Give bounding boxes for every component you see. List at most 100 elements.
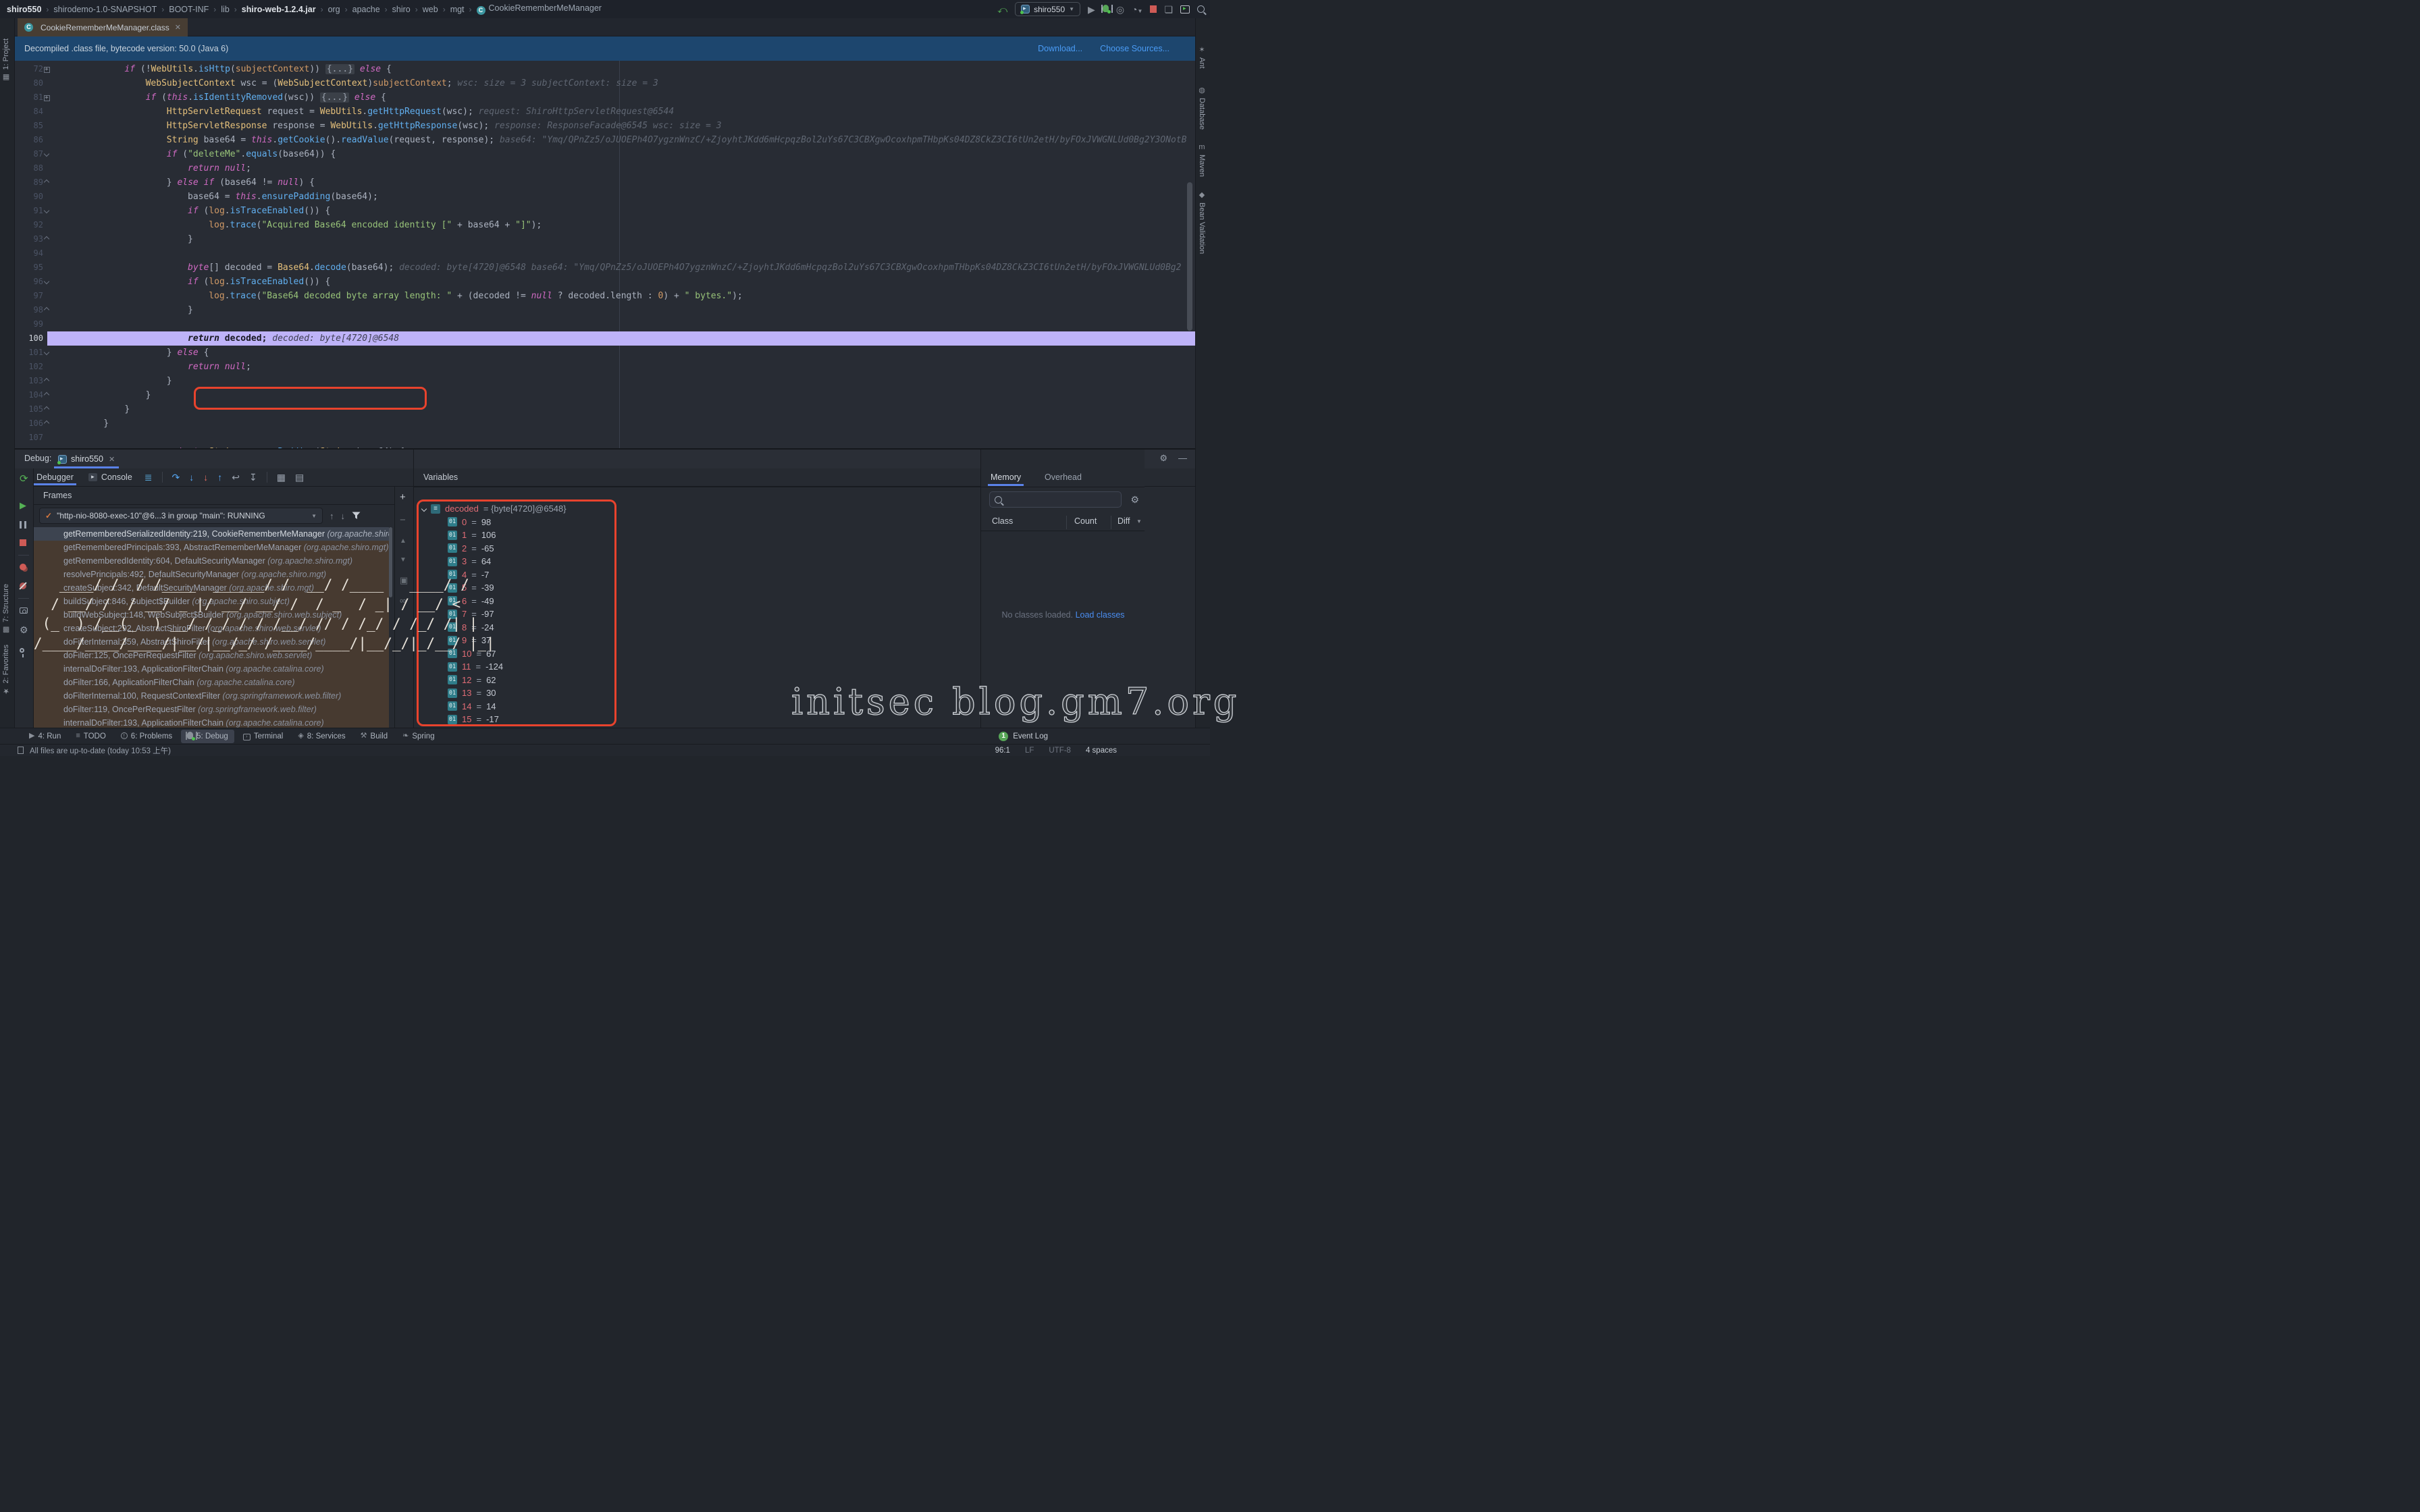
status-961[interactable]: 96:1 bbox=[995, 747, 1010, 755]
step-into-icon[interactable]: ↓ bbox=[189, 473, 194, 482]
banner-action-download[interactable]: Download... bbox=[1038, 44, 1082, 53]
code-line[interactable]: 80WebSubjectContext wsc = (WebSubjectCon… bbox=[15, 76, 1195, 90]
code-line[interactable]: 85HttpServletResponse response = WebUtil… bbox=[15, 119, 1195, 133]
close-icon[interactable]: ✕ bbox=[175, 23, 181, 32]
status-4spaces[interactable]: 4 spaces bbox=[1086, 747, 1117, 755]
status-utf8[interactable]: UTF-8 bbox=[1049, 747, 1071, 755]
stop-debug-icon[interactable] bbox=[20, 539, 26, 547]
fold-marker-icon[interactable] bbox=[39, 147, 54, 161]
frame-row[interactable]: doFilterInternal:359, AbstractShiroFilte… bbox=[34, 635, 389, 649]
coverage-button[interactable]: ◎ bbox=[1116, 5, 1124, 14]
event-log-button[interactable]: 1 Event Log bbox=[999, 732, 1210, 741]
code-line[interactable]: 87if ("deleteMe".equals(base64)) { bbox=[15, 147, 1195, 161]
frame-row[interactable]: doFilterInternal:100, RequestContextFilt… bbox=[34, 689, 389, 703]
breadcrumb-item[interactable]: shiro-web-1.2.4.jar bbox=[242, 5, 316, 14]
code-line[interactable]: 89} else if (base64 != null) { bbox=[15, 176, 1195, 190]
fold-marker-icon[interactable] bbox=[39, 275, 54, 289]
frame-row[interactable]: createSubject:342, DefaultSecurityManage… bbox=[34, 581, 389, 595]
breadcrumb-item[interactable]: org bbox=[328, 5, 340, 14]
load-classes-link[interactable]: Load classes bbox=[1076, 610, 1125, 620]
fold-marker-icon[interactable] bbox=[39, 374, 54, 388]
code-line[interactable]: 88return null; bbox=[15, 161, 1195, 176]
toolwindow-button-build[interactable]: ⚒Build bbox=[354, 730, 394, 742]
sidebar-item-database[interactable]: ◍Database bbox=[1198, 86, 1206, 130]
breadcrumb-item[interactable]: mgt bbox=[450, 5, 465, 14]
column-count[interactable]: Count bbox=[1074, 516, 1097, 526]
close-icon[interactable]: ✕ bbox=[109, 455, 115, 464]
frame-row[interactable]: createSubject:292, AbstractShiroFilter (… bbox=[34, 622, 389, 635]
code-line[interactable]: 97log.trace("Base64 decoded byte array l… bbox=[15, 289, 1195, 303]
frame-row[interactable]: doFilter:166, ApplicationFilterChain (or… bbox=[34, 676, 389, 689]
code-line[interactable]: 103} bbox=[15, 374, 1195, 388]
breadcrumb-item[interactable]: apache bbox=[352, 5, 380, 14]
step-out-icon[interactable]: ↑ bbox=[217, 473, 222, 482]
next-frame-icon[interactable]: ↓ bbox=[341, 511, 346, 521]
execution-line[interactable]: 100return decoded; decoded: byte[4720]@6… bbox=[15, 331, 1195, 346]
frame-row[interactable]: getRememberedPrincipals:393, AbstractRem… bbox=[34, 541, 389, 554]
add-watch-icon[interactable]: + bbox=[400, 492, 406, 502]
thread-dump-icon[interactable] bbox=[20, 606, 28, 615]
tab-overhead[interactable]: Overhead bbox=[1045, 473, 1082, 482]
toolwindow-button-todo[interactable]: ≡TODO bbox=[70, 730, 111, 742]
duplicate-icon[interactable]: ▣ bbox=[400, 576, 408, 585]
fold-marker-icon[interactable]: + bbox=[39, 90, 54, 105]
breadcrumb-item[interactable]: lib bbox=[221, 5, 230, 14]
frame-row[interactable]: buildSubject:846, Subject$Builder (org.a… bbox=[34, 595, 389, 608]
fold-marker-icon[interactable] bbox=[39, 232, 54, 246]
settings-gear-icon[interactable]: ⚙ bbox=[1159, 453, 1167, 464]
code-line[interactable]: 102return null; bbox=[15, 360, 1195, 374]
code-line[interactable]: 72+if (!WebUtils.isHttp(subjectContext))… bbox=[15, 62, 1195, 76]
code-line[interactable]: 98} bbox=[15, 303, 1195, 317]
code-line[interactable]: 105} bbox=[15, 402, 1195, 416]
fold-marker-icon[interactable] bbox=[39, 176, 54, 190]
column-class[interactable]: Class bbox=[992, 516, 1013, 526]
toolwindow-button-4run[interactable]: ▶4: Run bbox=[23, 730, 67, 742]
toolwindow-button-8services[interactable]: ◈8: Services bbox=[292, 730, 351, 742]
toolwindow-button-spring[interactable]: ❧Spring bbox=[396, 730, 440, 742]
banner-action-choosesources[interactable]: Choose Sources... bbox=[1100, 44, 1169, 53]
sidebar-item-ant[interactable]: ✶Ant bbox=[1198, 45, 1206, 69]
step-over-icon[interactable]: ↷ bbox=[172, 473, 180, 482]
code-line[interactable]: 96if (log.isTraceEnabled()) { bbox=[15, 275, 1195, 289]
code-line[interactable]: 90base64 = this.ensurePadding(base64); bbox=[15, 190, 1195, 204]
code-line[interactable]: 101} else { bbox=[15, 346, 1195, 360]
code-line[interactable]: 93} bbox=[15, 232, 1195, 246]
code-line[interactable]: 94 bbox=[15, 246, 1195, 261]
fold-marker-icon[interactable] bbox=[39, 402, 54, 416]
move-up-icon[interactable]: ▲ bbox=[400, 538, 406, 545]
sidebar-item-project[interactable]: ▦ 1: Project bbox=[2, 38, 10, 82]
run-button[interactable]: ▶ bbox=[1088, 5, 1095, 14]
tab-debugger[interactable]: Debugger bbox=[34, 473, 76, 482]
frames-scrollbar[interactable] bbox=[389, 527, 392, 597]
frame-row[interactable]: resolvePrincipals:492, DefaultSecurityMa… bbox=[34, 568, 389, 581]
show-watches-icon[interactable]: ∞ bbox=[400, 596, 406, 605]
breadcrumb-item[interactable]: shiro bbox=[392, 5, 411, 14]
code-line[interactable]: 104} bbox=[15, 388, 1195, 402]
debug-settings-icon[interactable]: ⚙ bbox=[20, 625, 28, 634]
fold-marker-icon[interactable] bbox=[39, 204, 54, 218]
code-line[interactable]: 84HttpServletRequest request = WebUtils.… bbox=[15, 105, 1195, 119]
code-editor[interactable]: 72+if (!WebUtils.isHttp(subjectContext))… bbox=[15, 61, 1195, 448]
toolwindow-layout-icon[interactable]: ❏ bbox=[1164, 5, 1173, 14]
minimize-icon[interactable]: — bbox=[1178, 453, 1187, 464]
frame-row[interactable]: doFilter:119, OncePerRequestFilter (org.… bbox=[34, 703, 389, 716]
code-line[interactable]: 92log.trace("Acquired Base64 encoded ide… bbox=[15, 218, 1195, 232]
tab-cookieremembermemanager[interactable]: C CookieRememberMeManager.class ✕ bbox=[18, 18, 188, 36]
debug-session-tab[interactable]: shiro550 ✕ bbox=[58, 451, 115, 467]
force-step-into-icon[interactable]: ↓ bbox=[203, 473, 208, 482]
code-line[interactable]: 107 bbox=[15, 431, 1195, 445]
filter-icon[interactable] bbox=[352, 512, 361, 520]
vcs-update-icon[interactable]: ⤺ bbox=[997, 5, 1007, 14]
code-line[interactable]: 86String base64 = this.getCookie().readV… bbox=[15, 133, 1195, 147]
run-anything-icon[interactable] bbox=[1180, 5, 1190, 14]
breadcrumb-item[interactable]: CCookieRememberMeManager bbox=[477, 3, 602, 15]
thread-selector[interactable]: ✓ "http-nio-8080-exec-10"@6...3 in group… bbox=[39, 508, 323, 524]
search-everywhere-icon[interactable] bbox=[1197, 5, 1205, 13]
resume-icon[interactable]: ▶ bbox=[20, 501, 26, 510]
code-line[interactable]: 99 bbox=[15, 317, 1195, 331]
settings-layout-icon[interactable]: ▤ bbox=[295, 473, 304, 482]
tab-memory[interactable]: Memory bbox=[991, 473, 1021, 482]
profiler-button[interactable]: ◔▼ bbox=[1132, 5, 1142, 14]
fold-marker-icon[interactable] bbox=[39, 303, 54, 317]
run-to-cursor-icon[interactable]: ↧ bbox=[249, 473, 257, 482]
